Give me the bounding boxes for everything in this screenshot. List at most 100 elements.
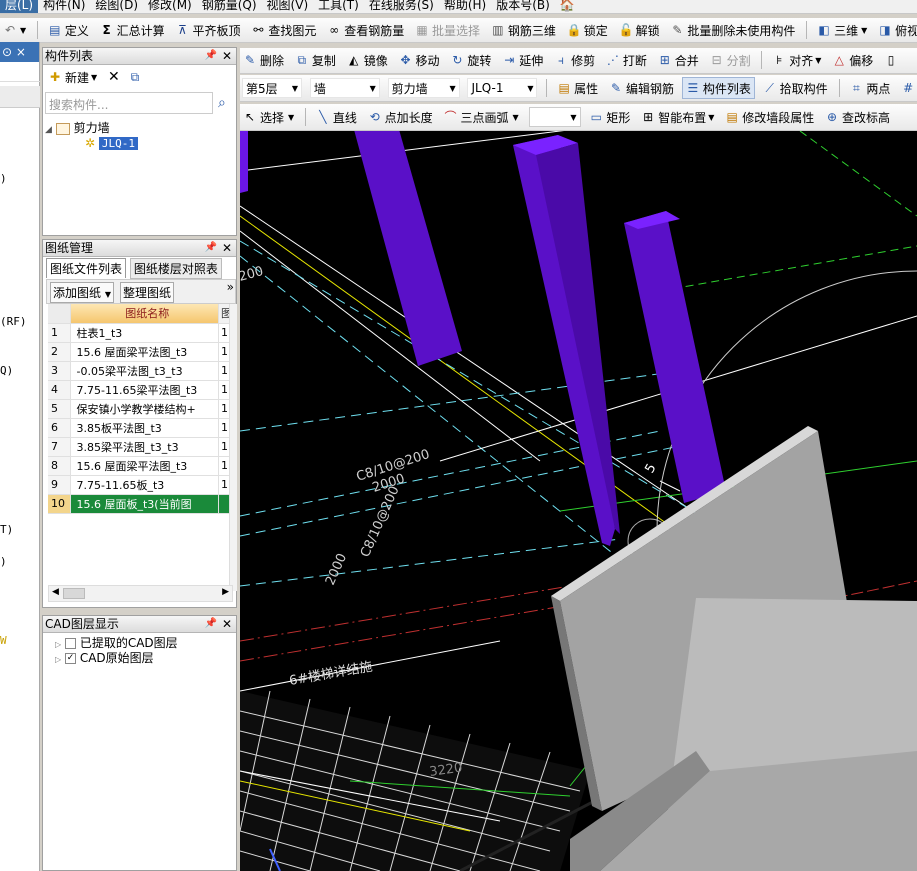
point-length-button[interactable]: ⟲ 点加长度 — [365, 106, 436, 128]
move-button[interactable]: ✥ 移动 — [396, 49, 443, 71]
element-select[interactable]: JLQ-1 ▼ — [467, 78, 538, 98]
scrollbar-thumb[interactable] — [63, 588, 85, 599]
extend-button[interactable]: ⇥ 延伸 — [499, 49, 546, 71]
menu-draw[interactable]: 绘图(D) — [90, 0, 143, 13]
menu-element[interactable]: 构件(N) — [38, 0, 90, 13]
line-button[interactable]: ╲ 直线 — [313, 106, 360, 128]
floor-select[interactable]: 第5层 ▼ — [242, 78, 302, 98]
split-button[interactable]: ⊟ 分割 — [707, 49, 754, 71]
view-rebar-qty-button[interactable]: ∞ 查看钢筋量 — [324, 19, 407, 41]
align-slab-top-button[interactable]: ⊼ 平齐板顶 — [173, 19, 244, 41]
close-icon[interactable]: ✕ — [222, 616, 232, 632]
navigator-label[interactable]: W — [0, 634, 7, 647]
drawing-name-cell[interactable]: -0.05梁平法图_t3_t3 — [70, 361, 219, 381]
break-button[interactable]: ⋰ 打断 — [603, 49, 650, 71]
drawing-name-cell[interactable]: 保安镇小学教学楼结构+ — [70, 399, 219, 419]
table-row[interactable]: 2 15.6 屋面梁平法图_t3 1 — [48, 342, 233, 362]
overflow-icon[interactable]: ▯ — [881, 49, 904, 71]
batch-select-button[interactable]: ▦ 批量选择 — [412, 19, 483, 41]
close-icon[interactable]: ✕ — [222, 48, 232, 64]
merge-button[interactable]: ⊞ 合并 — [655, 49, 702, 71]
menu-tools[interactable]: 工具(T) — [313, 0, 364, 13]
horizontal-scrollbar[interactable]: ◀ ▶ — [48, 585, 233, 602]
copy-element-icon[interactable]: ⧉ — [128, 67, 143, 87]
drawing-name-cell[interactable]: 3.85板平法图_t3 — [70, 418, 219, 438]
three-point-arc-dropdown[interactable]: ⌒ 三点画弧 ▼ — [441, 106, 522, 128]
two-points-button[interactable]: ⌗ 两点 — [846, 77, 893, 99]
drawing-name-cell[interactable]: 柱表1_t3 — [70, 323, 219, 343]
trim-button[interactable]: ⫞ 修剪 — [551, 49, 598, 71]
table-row-current[interactable]: 10 15.6 屋面板_t3(当前图 — [48, 494, 233, 514]
menu-help[interactable]: 帮助(H) — [439, 0, 491, 13]
undo-button[interactable]: ↶ ▼ — [0, 19, 29, 41]
lock-button[interactable]: 🔒 锁定 — [564, 19, 611, 41]
scroll-left-icon[interactable]: ◀ — [52, 587, 59, 597]
rectangle-button[interactable]: ▭ 矩形 — [586, 106, 633, 128]
sum-calc-button[interactable]: Σ 汇总计算 — [97, 19, 168, 41]
close-icon[interactable]: ✕ — [222, 240, 232, 256]
element-list-toggle-button[interactable]: ☰ 构件列表 — [681, 77, 755, 99]
navigator-label[interactable]: ) — [0, 555, 7, 568]
column-header-drawing-name[interactable]: 图纸名称 — [70, 304, 219, 324]
pin-icon[interactable]: 📌 — [205, 240, 217, 256]
collapse-arrow-icon[interactable]: ◢ — [45, 125, 52, 135]
define-button[interactable]: ▤ 定义 — [45, 19, 92, 41]
navigator-label[interactable]: Q) — [0, 364, 13, 377]
table-row[interactable]: 9 7.75-11.65板_t3 1 — [48, 475, 233, 495]
menu-online[interactable]: 在线服务(S) — [364, 0, 439, 13]
3d-viewport[interactable]: C8/10@200 2000 C8/10@200 2000 200 6#楼梯详结… — [240, 131, 917, 871]
more-chevron-icon[interactable]: » — [227, 280, 234, 294]
menu-view[interactable]: 视图(V) — [262, 0, 314, 13]
table-row[interactable]: 8 15.6 屋面梁平法图_t3 1 — [48, 456, 233, 476]
drawing-name-cell[interactable]: 15.6 屋面梁平法图_t3 — [70, 456, 219, 476]
online-service-icon[interactable]: 🏠 — [555, 0, 580, 13]
navigator-label[interactable]: T) — [0, 523, 13, 536]
navigator-label[interactable]: (RF) — [0, 315, 27, 328]
scroll-right-icon[interactable]: ▶ — [222, 587, 229, 597]
search-icon[interactable]: ⌕ — [218, 95, 226, 111]
menu-modify[interactable]: 修改(M) — [143, 0, 197, 13]
table-row[interactable]: 4 7.75-11.65梁平法图_t3 1 — [48, 380, 233, 400]
copy-button[interactable]: ⧉ 复制 — [292, 49, 339, 71]
tree-item-jlq1[interactable]: ✲ JLQ-1 — [85, 136, 139, 150]
mirror-button[interactable]: ◭ 镜像 — [344, 49, 391, 71]
tab-drawing-file-list[interactable]: 图纸文件列表 — [46, 258, 127, 278]
add-drawing-button[interactable]: 添加图纸 ▼ — [50, 282, 114, 303]
top-view-button[interactable]: ◨ 俯视 — [875, 19, 917, 41]
parallel-button[interactable]: #平行 — [898, 77, 917, 99]
element-type-select[interactable]: 剪力墙 ▼ — [387, 78, 460, 98]
pick-element-button[interactable]: ⟋ 拾取构件 — [760, 77, 831, 99]
menu-rebar-qty[interactable]: 钢筋量(Q) — [197, 0, 262, 13]
modify-elevation-button[interactable]: ⊕ 查改标高 — [822, 106, 893, 128]
unlock-button[interactable]: 🔓 解锁 — [616, 19, 663, 41]
layer-checkbox[interactable] — [64, 638, 76, 649]
smart-layout-dropdown[interactable]: ⊞ 智能布置 ▼ — [638, 106, 717, 128]
drawing-name-cell[interactable]: 3.85梁平法图_t3_t3 — [70, 437, 219, 457]
expand-arrow-icon[interactable]: ▷ — [55, 640, 61, 649]
organize-drawing-button[interactable]: 整理图纸 — [120, 282, 175, 303]
align-dropdown[interactable]: ⊧ 对齐 ▼ — [769, 49, 824, 71]
drawing-name-cell[interactable]: 7.75-11.65梁平法图_t3 — [70, 380, 219, 400]
pin-icon[interactable]: 📌 — [205, 616, 217, 632]
table-row[interactable]: 7 3.85梁平法图_t3_t3 1 — [48, 437, 233, 457]
offset-button[interactable]: △ 偏移 — [829, 49, 876, 71]
drawing-name-cell-current[interactable]: 15.6 屋面板_t3(当前图 — [70, 494, 219, 514]
category-select[interactable]: 墙 ▼ — [309, 78, 380, 98]
table-row[interactable]: 1 柱表1_t3 1 — [48, 323, 233, 343]
expand-arrow-icon[interactable]: ▷ — [55, 655, 61, 664]
element-search-input[interactable]: 搜索构件... — [45, 92, 213, 114]
table-row[interactable]: 3 -0.05梁平法图_t3_t3 1 — [48, 361, 233, 381]
drawing-name-cell[interactable]: 15.6 屋面梁平法图_t3 — [70, 342, 219, 362]
drawing-name-cell[interactable]: 7.75-11.65板_t3 — [70, 475, 219, 495]
rebar-3d-button[interactable]: ▥ 钢筋三维 — [488, 19, 559, 41]
modify-wall-segment-button[interactable]: ▤ 修改墙段属性 — [722, 106, 817, 128]
properties-button[interactable]: ▤ 属性 — [554, 77, 601, 99]
batch-delete-unused-button[interactable]: ✎ 批量删除未使用构件 — [667, 19, 798, 41]
view-3d-dropdown[interactable]: ◧ 三维 ▼ — [814, 19, 870, 41]
find-element-button[interactable]: ⚯ 查找图元 — [248, 19, 319, 41]
edit-rebar-button[interactable]: ✎ 编辑钢筋 — [606, 77, 677, 99]
rotate-button[interactable]: ↻ 旋转 — [447, 49, 494, 71]
pin-icon[interactable]: 📌 — [205, 48, 217, 64]
table-row[interactable]: 5 保安镇小学教学楼结构+ 1 — [48, 399, 233, 419]
menu-version[interactable]: 版本号(B) — [491, 0, 555, 13]
